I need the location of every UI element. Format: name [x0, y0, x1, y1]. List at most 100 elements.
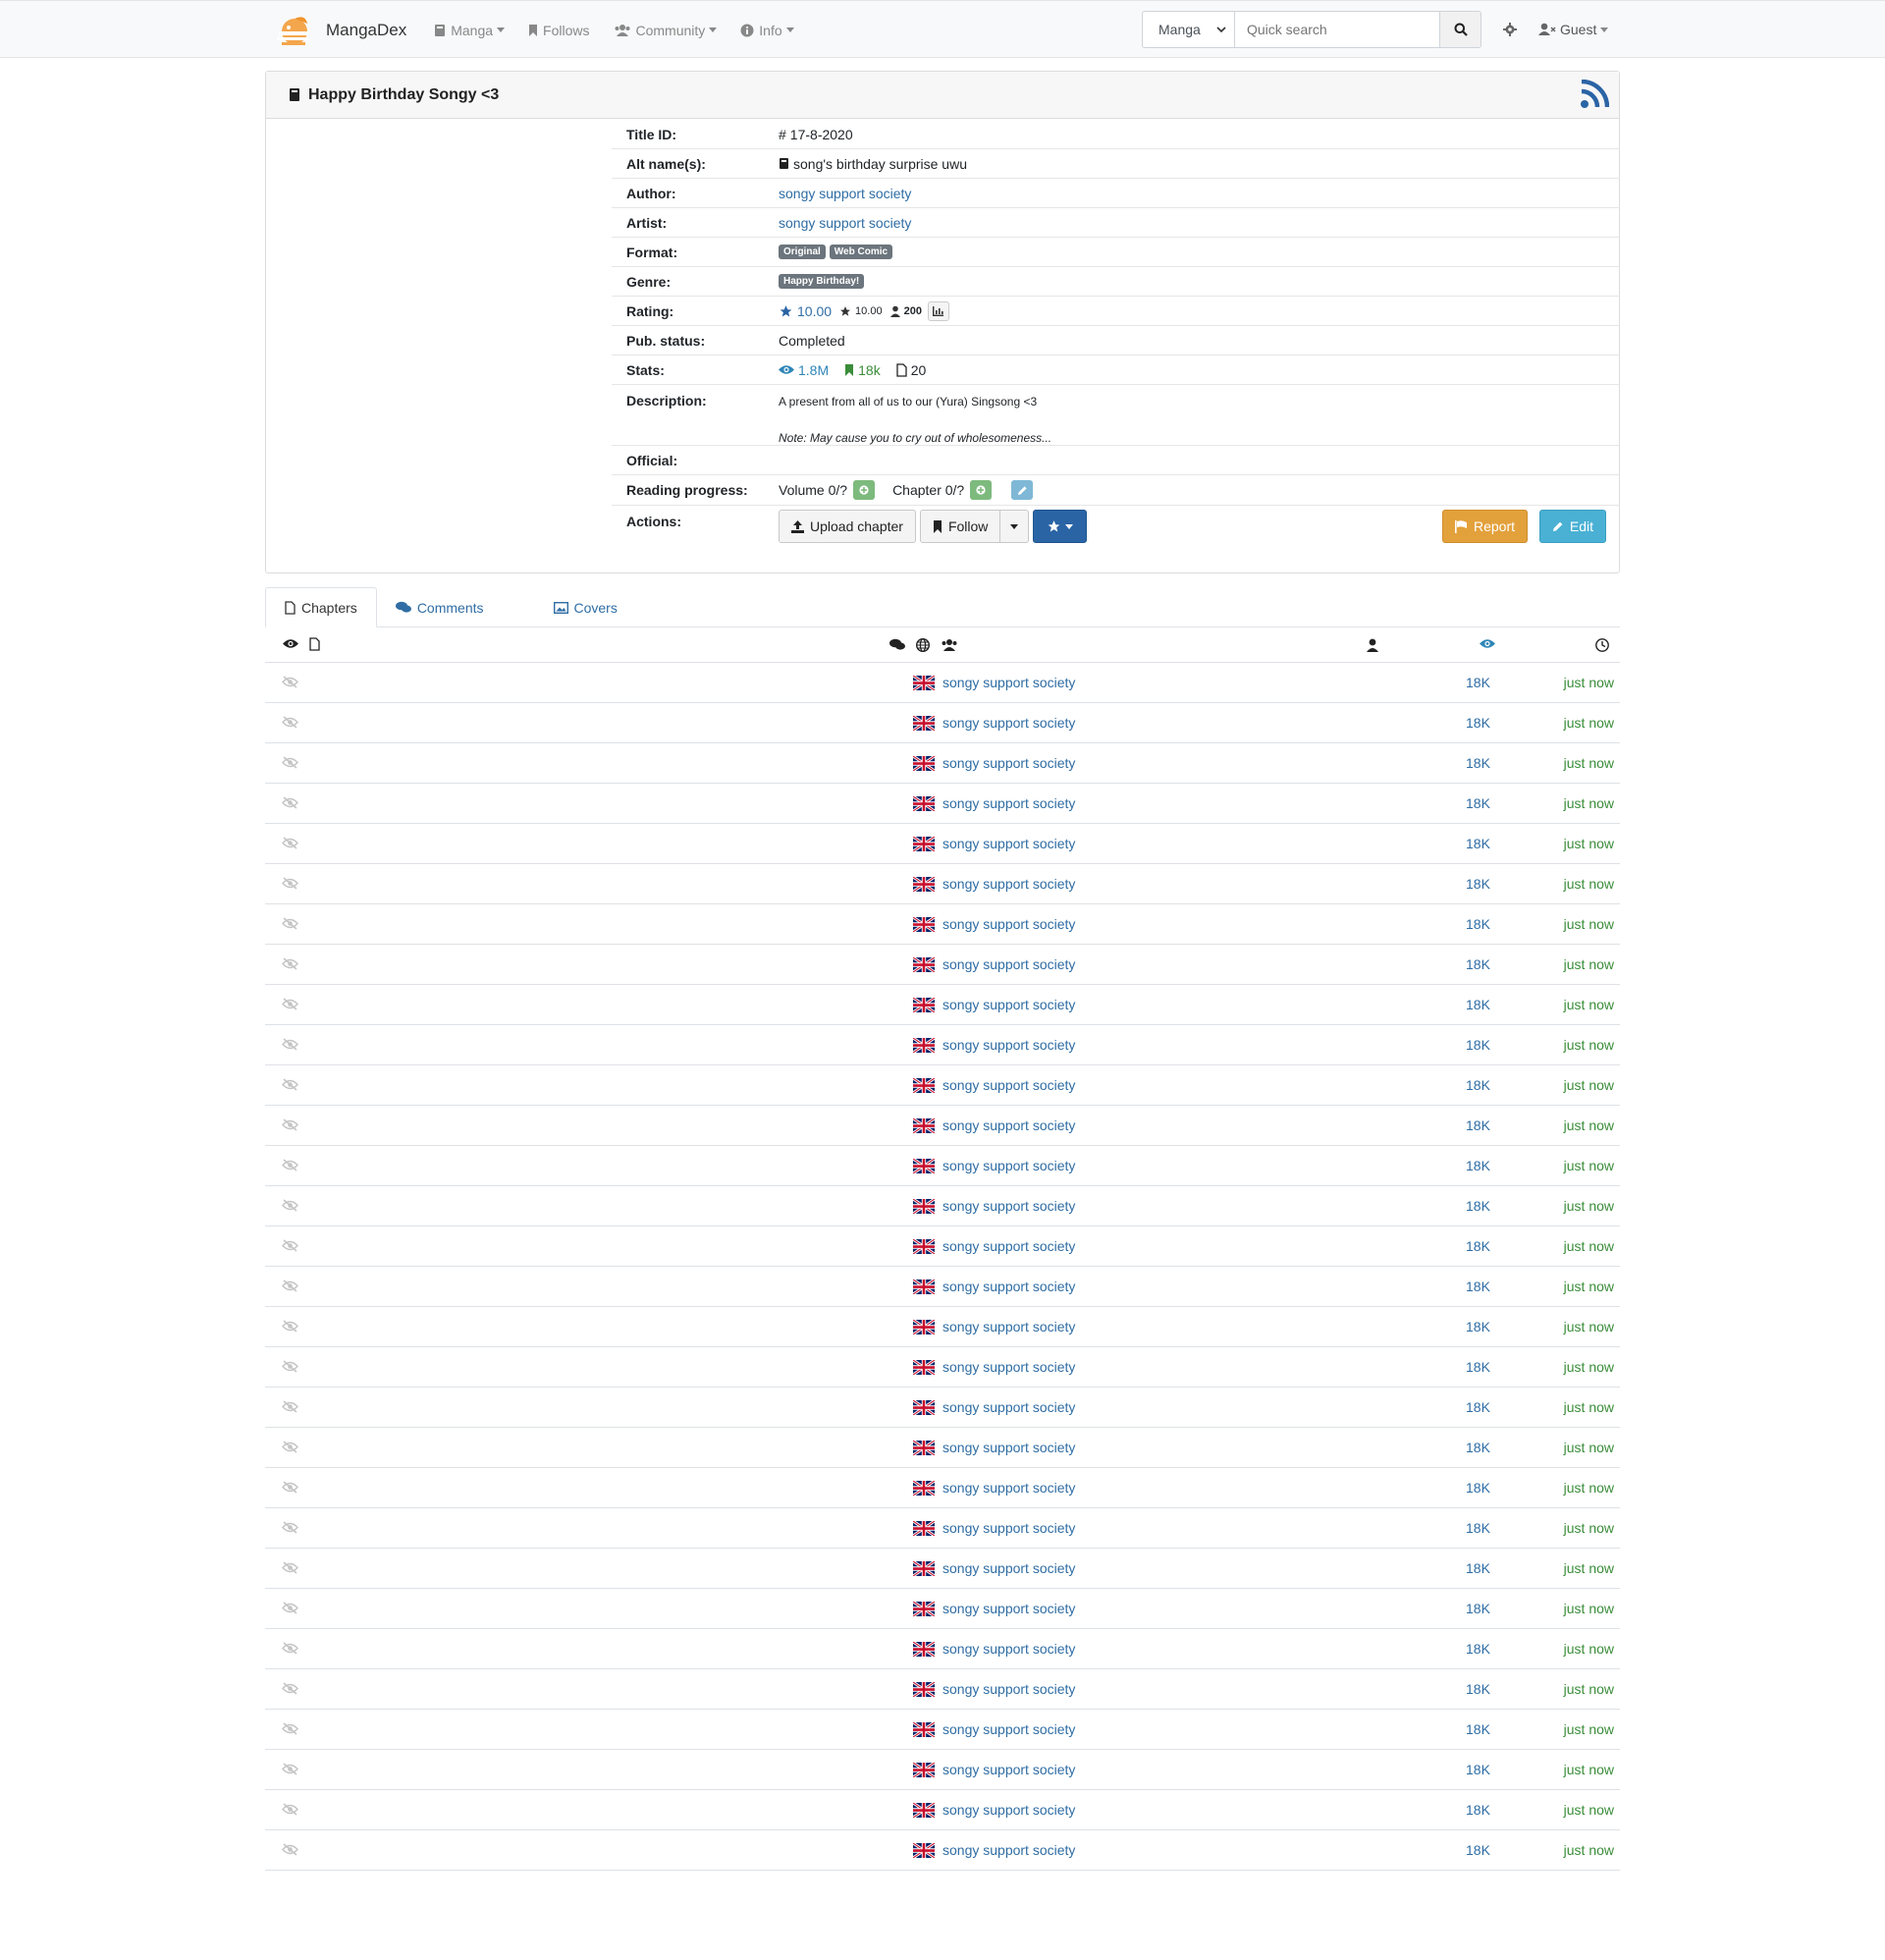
chapter-row[interactable]: songy support society 18K just now [265, 1307, 1620, 1347]
chapter-row[interactable]: songy support society 18K just now [265, 1065, 1620, 1106]
mark-read-toggle[interactable] [282, 1078, 298, 1094]
group-link[interactable]: songy support society [942, 1842, 1075, 1858]
col-chapter[interactable] [309, 637, 320, 651]
group-link[interactable]: songy support society [942, 997, 1075, 1012]
group-link[interactable]: songy support society [942, 876, 1075, 892]
chapter-row[interactable]: songy support society 18K just now [265, 1549, 1620, 1589]
group-link[interactable]: songy support society [942, 1117, 1075, 1133]
nav-info-dropdown[interactable]: Info [740, 23, 794, 38]
mark-read-toggle[interactable] [282, 1843, 298, 1859]
mark-read-toggle[interactable] [282, 1722, 298, 1738]
col-time[interactable] [1595, 638, 1609, 652]
rating-chart-button[interactable] [927, 300, 949, 321]
chapter-row[interactable]: songy support society 18K just now [265, 743, 1620, 784]
group-link[interactable]: songy support society [942, 1520, 1075, 1536]
chapter-row[interactable]: songy support society 18K just now [265, 1508, 1620, 1549]
edit-button[interactable]: Edit [1538, 510, 1606, 543]
artist-link[interactable]: songy support society [779, 215, 911, 231]
upload-chapter-button[interactable]: Upload chapter [779, 510, 916, 543]
mark-read-toggle[interactable] [282, 756, 298, 772]
mark-read-toggle[interactable] [282, 1279, 298, 1295]
chapter-row[interactable]: songy support society 18K just now [265, 1669, 1620, 1710]
mark-read-toggle[interactable] [282, 1481, 298, 1497]
chapter-row[interactable]: songy support society 18K just now [265, 1347, 1620, 1388]
mark-read-toggle[interactable] [282, 1803, 298, 1819]
group-link[interactable]: songy support society [942, 1279, 1075, 1294]
mark-read-toggle[interactable] [282, 1239, 298, 1255]
mark-read-toggle[interactable] [282, 796, 298, 812]
chapter-row[interactable]: songy support society 18K just now [265, 1388, 1620, 1428]
col-views[interactable] [1480, 638, 1495, 649]
report-button[interactable]: Report [1441, 510, 1528, 543]
chapter-row[interactable]: songy support society 18K just now [265, 1629, 1620, 1669]
mark-read-toggle[interactable] [282, 1642, 298, 1658]
tab-chapters[interactable]: Chapters [265, 587, 377, 627]
author-link[interactable]: songy support society [779, 186, 911, 201]
col-group[interactable] [941, 638, 958, 652]
mark-read-toggle[interactable] [282, 1763, 298, 1778]
group-link[interactable]: songy support society [942, 1601, 1075, 1616]
group-link[interactable]: songy support society [942, 1077, 1075, 1093]
chapter-row[interactable]: songy support society 18K just now [265, 703, 1620, 743]
mark-read-toggle[interactable] [282, 1118, 298, 1134]
col-uploader[interactable] [1367, 638, 1378, 652]
user-menu-dropdown[interactable]: Guest [1538, 22, 1609, 37]
brand-link[interactable]: MangaDex [273, 10, 406, 51]
tab-covers[interactable]: Covers [535, 587, 636, 627]
group-link[interactable]: songy support society [942, 1560, 1075, 1576]
nav-manga-dropdown[interactable]: Manga [434, 23, 506, 38]
edit-progress-button[interactable] [1011, 480, 1034, 500]
mark-read-toggle[interactable] [282, 1159, 298, 1174]
chapter-row[interactable]: songy support society 18K just now [265, 904, 1620, 945]
group-link[interactable]: songy support society [942, 836, 1075, 851]
chapter-row[interactable]: songy support society 18K just now [265, 1025, 1620, 1065]
group-link[interactable]: songy support society [942, 1158, 1075, 1173]
mark-read-toggle[interactable] [282, 1561, 298, 1577]
mark-read-toggle[interactable] [282, 676, 298, 691]
group-link[interactable]: songy support society [942, 1721, 1075, 1737]
chapter-row[interactable]: songy support society 18K just now [265, 784, 1620, 824]
group-link[interactable]: songy support society [942, 1238, 1075, 1254]
chapter-row[interactable]: songy support society 18K just now [265, 1589, 1620, 1629]
quick-search-input[interactable] [1234, 11, 1440, 48]
mark-read-toggle[interactable] [282, 1320, 298, 1335]
mark-read-toggle[interactable] [282, 917, 298, 933]
group-link[interactable]: songy support society [942, 1641, 1075, 1657]
group-link[interactable]: songy support society [942, 795, 1075, 811]
mark-read-toggle[interactable] [282, 877, 298, 893]
settings-button[interactable] [1503, 23, 1517, 36]
volume-increment-button[interactable] [853, 480, 876, 500]
mark-read-toggle[interactable] [282, 1199, 298, 1215]
mark-read-toggle[interactable] [282, 998, 298, 1013]
format-badge-original[interactable]: Original [779, 245, 826, 259]
group-link[interactable]: songy support society [942, 1359, 1075, 1375]
group-link[interactable]: songy support society [942, 675, 1075, 690]
group-link[interactable]: songy support society [942, 755, 1075, 771]
chapter-row[interactable]: songy support society 18K just now [265, 1428, 1620, 1468]
mark-read-toggle[interactable] [282, 1521, 298, 1537]
rss-feed-icon[interactable] [1580, 80, 1609, 109]
group-link[interactable]: songy support society [942, 1762, 1075, 1777]
chapter-row[interactable]: songy support society 18K just now [265, 1267, 1620, 1307]
col-read-status[interactable] [283, 638, 298, 649]
tab-comments[interactable]: Comments [377, 587, 535, 627]
group-link[interactable]: songy support society [942, 1440, 1075, 1455]
chapter-row[interactable]: songy support society 18K just now [265, 1710, 1620, 1750]
group-link[interactable]: songy support society [942, 1198, 1075, 1214]
chapter-row[interactable]: songy support society 18K just now [265, 663, 1620, 703]
follow-button[interactable]: Follow [919, 510, 1001, 543]
chapter-row[interactable]: songy support society 18K just now [265, 1750, 1620, 1790]
group-link[interactable]: songy support society [942, 1802, 1075, 1818]
chapter-row[interactable]: songy support society 18K just now [265, 864, 1620, 904]
mark-read-toggle[interactable] [282, 1682, 298, 1698]
mark-read-toggle[interactable] [282, 716, 298, 732]
group-link[interactable]: songy support society [942, 1319, 1075, 1334]
chapter-row[interactable]: songy support society 18K just now [265, 1226, 1620, 1267]
chapter-row[interactable]: songy support society 18K just now [265, 1830, 1620, 1871]
group-link[interactable]: songy support society [942, 1399, 1075, 1415]
chapter-row[interactable]: songy support society 18K just now [265, 824, 1620, 864]
chapter-row[interactable]: songy support society 18K just now [265, 1468, 1620, 1508]
col-language[interactable] [916, 638, 930, 652]
chapter-row[interactable]: songy support society 18K just now [265, 945, 1620, 985]
genre-badge[interactable]: Happy Birthday! [779, 274, 865, 289]
